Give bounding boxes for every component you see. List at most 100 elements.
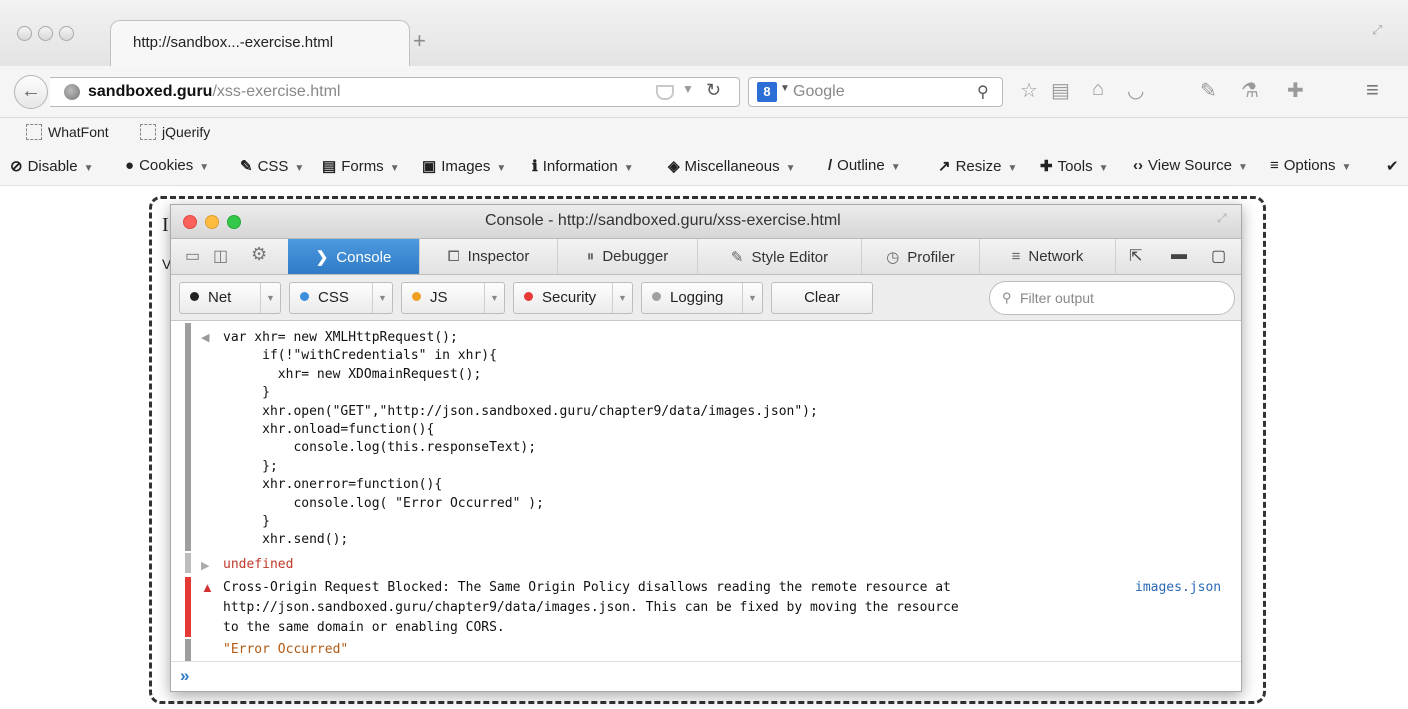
url-dropdown-icon[interactable]: ▼ bbox=[682, 82, 694, 96]
dock-side-icon[interactable]: ◫ bbox=[213, 246, 228, 266]
screenshot-icon[interactable]: ▢ bbox=[1211, 246, 1226, 266]
address-text[interactable]: sandboxed.guru/xss-exercise.html bbox=[88, 83, 340, 101]
error-source-link[interactable]: images.json bbox=[1135, 580, 1221, 595]
wd-resize-menu[interactable]: ↗ Resize ▼ bbox=[938, 157, 1017, 175]
bookmark-icon bbox=[140, 124, 156, 140]
profiler-icon: ◷ bbox=[886, 249, 900, 266]
tab-profiler[interactable]: ◷ Profiler bbox=[862, 239, 980, 274]
globe-icon bbox=[64, 84, 80, 100]
wd-view-source-menu[interactable]: ‹› View Source ▼ bbox=[1133, 157, 1248, 174]
dropdown-arrow-icon: ▼ bbox=[1098, 163, 1109, 174]
back-button[interactable]: ← bbox=[14, 75, 48, 109]
dock-bottom-icon[interactable]: ▭ bbox=[185, 246, 200, 266]
prompt-chevron-icon: » bbox=[180, 666, 190, 685]
tab-debugger[interactable]: ⏸ Debugger bbox=[558, 239, 698, 274]
tab-inspector[interactable]: ⧠ Inspector bbox=[420, 239, 558, 274]
gear-icon[interactable]: ⚙ bbox=[251, 244, 267, 265]
tools-icon[interactable]: ✚ bbox=[1287, 78, 1304, 103]
tools-icon: ✚ bbox=[1040, 158, 1053, 175]
wd-images-menu[interactable]: ▣ Images ▼ bbox=[422, 157, 506, 175]
pick-element-icon[interactable]: ⇱ bbox=[1129, 246, 1142, 266]
code-line: var xhr= new XMLHttpRequest(); bbox=[223, 330, 458, 345]
fullscreen-icon[interactable]: ⤢ bbox=[1217, 211, 1227, 226]
dropdown-arrow-icon[interactable]: ▼ bbox=[484, 283, 504, 313]
code-line: } bbox=[223, 385, 270, 401]
console-minimize-button[interactable] bbox=[205, 215, 219, 229]
resize-icon: ↗ bbox=[938, 158, 951, 175]
reload-icon[interactable]: ↻ bbox=[706, 80, 721, 101]
error-message-line: Cross-Origin Request Blocked: The Same O… bbox=[223, 580, 951, 595]
error-gutter-marker bbox=[185, 577, 191, 637]
home-icon[interactable]: ⌂ bbox=[1092, 78, 1104, 101]
code-line: console.log(this.responseText); bbox=[223, 440, 537, 456]
clear-button[interactable]: Clear bbox=[771, 282, 873, 314]
address-bar[interactable]: sandboxed.guru/xss-exercise.html ▼ ↻ bbox=[50, 77, 740, 107]
wd-tools-menu[interactable]: ✚ Tools ▼ bbox=[1040, 157, 1109, 175]
filter-placeholder: Filter output bbox=[1020, 290, 1094, 306]
dropdown-arrow-icon[interactable]: ▼ bbox=[612, 283, 632, 313]
code-line: xhr.onerror=function(){ bbox=[223, 477, 443, 493]
expand-output-icon[interactable]: ▶ bbox=[201, 559, 209, 572]
bookmark-jquerify[interactable]: jQuerify bbox=[140, 124, 210, 140]
devtools-toolbar: ▭ ◫ ⚙ ❯ Console ⧠ Inspector ⏸ Debugger ✎ Sty… bbox=[171, 239, 1241, 275]
pocket-icon[interactable] bbox=[656, 85, 674, 100]
zoom-window-button[interactable] bbox=[59, 26, 74, 41]
split-console-icon[interactable]: ▬ bbox=[1171, 246, 1187, 264]
bookmarks-list-icon[interactable]: ▤ bbox=[1051, 78, 1070, 103]
browser-tab[interactable]: http://sandbox...-exercise.html bbox=[110, 20, 410, 66]
console-window-title: Console - http://sandboxed.guru/xss-exer… bbox=[485, 212, 841, 229]
wd-forms-menu[interactable]: ▤ Forms ▼ bbox=[322, 157, 400, 175]
wd-options-menu[interactable]: ≡ Options ▼ bbox=[1270, 157, 1351, 174]
filter-output-input[interactable]: ⚲ Filter output bbox=[989, 281, 1235, 315]
code-line: xhr.onload=function(){ bbox=[223, 422, 435, 437]
google-icon[interactable]: 8 bbox=[757, 82, 777, 102]
console-input[interactable]: » bbox=[171, 661, 1241, 691]
filter-net-button[interactable]: Net ▼ bbox=[179, 282, 281, 314]
console-title-bar[interactable]: Console - http://sandboxed.guru/xss-exer… bbox=[171, 205, 1241, 239]
tab-console[interactable]: ❯ Console bbox=[288, 239, 420, 274]
filter-logging-button[interactable]: Logging ▼ bbox=[641, 282, 763, 314]
bookmark-whatfont[interactable]: WhatFont bbox=[26, 124, 109, 140]
search-bar[interactable]: 8 ▼ Google ⚲ bbox=[748, 77, 1003, 107]
browser-tab-title: http://sandbox...-exercise.html bbox=[133, 34, 334, 51]
logging-dot-icon bbox=[652, 292, 661, 301]
console-output[interactable]: ◀ var xhr= new XMLHttpRequest(); if(!"wi… bbox=[171, 321, 1241, 661]
images-icon: ▣ bbox=[422, 158, 437, 175]
log-gutter-marker bbox=[185, 639, 191, 661]
wd-information-menu[interactable]: ℹ Information ▼ bbox=[532, 157, 634, 175]
close-window-button[interactable] bbox=[17, 26, 32, 41]
filter-js-button[interactable]: JS ▼ bbox=[401, 282, 505, 314]
console-close-button[interactable] bbox=[183, 215, 197, 229]
checkmark-icon[interactable]: ✔ bbox=[1386, 157, 1399, 175]
wd-disable-menu[interactable]: ⊘ Disable ▼ bbox=[10, 157, 94, 175]
hamburger-menu-icon[interactable]: ≡ bbox=[1366, 77, 1379, 103]
dropdown-arrow-icon: ▼ bbox=[890, 162, 901, 173]
extension-icon[interactable]: ◡ bbox=[1127, 78, 1144, 103]
extension-icon-2[interactable]: ✎ bbox=[1200, 78, 1217, 103]
wd-miscellaneous-menu[interactable]: ◈ Miscellaneous ▼ bbox=[668, 157, 796, 175]
tab-network[interactable]: ≡ Network bbox=[980, 239, 1116, 274]
search-icon[interactable]: ⚲ bbox=[977, 82, 989, 102]
dropdown-arrow-icon: ▼ bbox=[496, 163, 507, 174]
wd-css-menu[interactable]: ✎ CSS ▼ bbox=[240, 157, 304, 175]
dropdown-arrow-icon[interactable]: ▼ bbox=[372, 283, 392, 313]
input-gutter-marker bbox=[185, 323, 191, 551]
css-icon: ✎ bbox=[240, 158, 253, 175]
information-icon: ℹ bbox=[532, 158, 538, 175]
fullscreen-icon[interactable]: ⤢ bbox=[1372, 22, 1382, 38]
wd-cookies-menu[interactable]: ● Cookies ▼ bbox=[125, 157, 209, 174]
dropdown-arrow-icon: ▼ bbox=[623, 163, 634, 174]
console-zoom-button[interactable] bbox=[227, 215, 241, 229]
filter-css-button[interactable]: CSS ▼ bbox=[289, 282, 393, 314]
dropdown-arrow-icon[interactable]: ▼ bbox=[260, 283, 280, 313]
minimize-window-button[interactable] bbox=[38, 26, 53, 41]
wd-outline-menu[interactable]: / Outline ▼ bbox=[828, 157, 901, 174]
bookmark-star-icon[interactable]: ☆ bbox=[1020, 78, 1038, 103]
dropdown-arrow-icon[interactable]: ▼ bbox=[742, 283, 762, 313]
search-engine-dropdown-icon[interactable]: ▼ bbox=[780, 83, 790, 94]
dropper-icon[interactable]: ⚗ bbox=[1241, 78, 1259, 103]
tab-style-editor[interactable]: ✎ Style Editor bbox=[698, 239, 862, 274]
dropdown-arrow-icon: ▼ bbox=[199, 162, 210, 173]
new-tab-button[interactable]: + bbox=[413, 28, 426, 54]
filter-security-button[interactable]: Security ▼ bbox=[513, 282, 633, 314]
